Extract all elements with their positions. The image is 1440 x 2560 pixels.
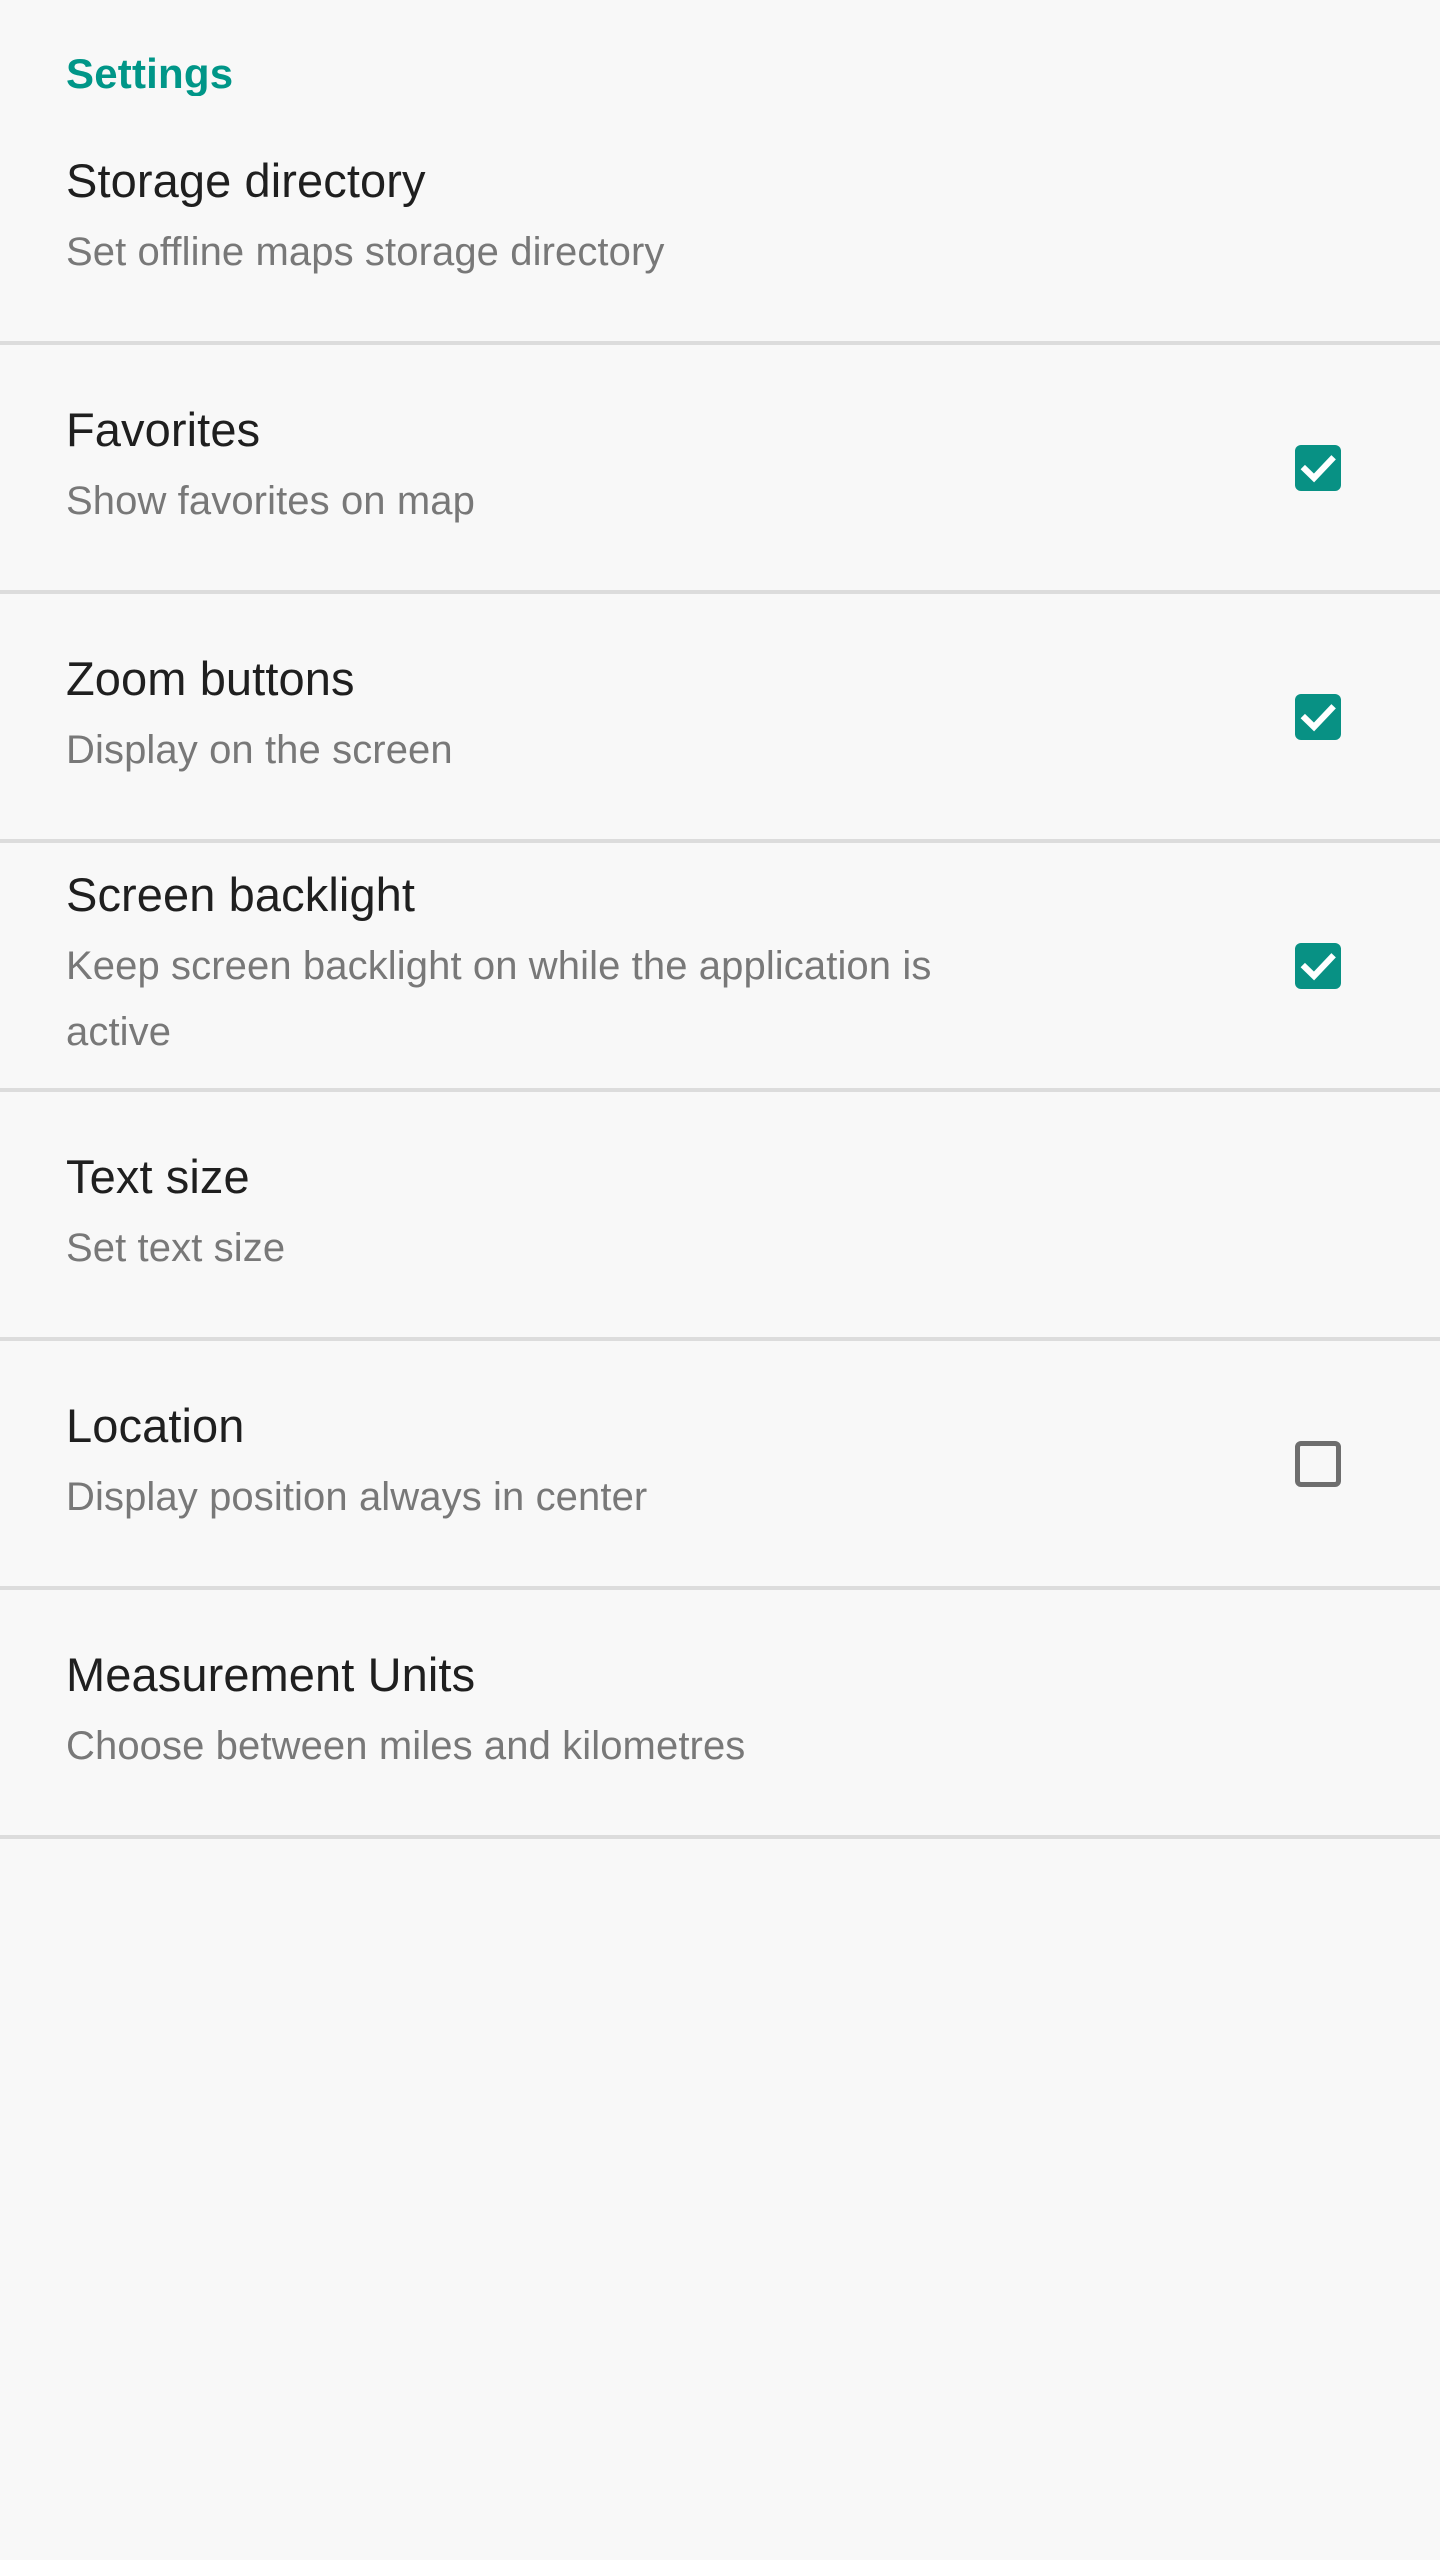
- preference-title-location: Location: [66, 1398, 245, 1452]
- preference-title-zoom-buttons: Zoom buttons: [66, 651, 355, 705]
- preference-title-text-size: Text size: [66, 1149, 250, 1203]
- preference-row-screen-backlight[interactable]: Screen backlight Keep screen backlight on…: [0, 843, 1440, 1088]
- preference-title-screen-backlight: Screen backlight: [66, 867, 416, 921]
- preference-summary-text-size: Set text size: [66, 1225, 286, 1270]
- preference-text-favorites: Favorites Show favorites on map: [66, 402, 1258, 534]
- preference-summary-screen-backlight: Keep screen backlight on while the appli…: [66, 943, 932, 1054]
- preference-row-measurement-units[interactable]: Measurement Units Choose between miles an…: [0, 1590, 1440, 1835]
- preference-row-zoom-buttons[interactable]: Zoom buttons Display on the screen: [0, 594, 1440, 839]
- page-title: Settings: [66, 50, 234, 97]
- checkbox-unchecked-icon-location[interactable]: [1295, 1440, 1341, 1487]
- preference-text-zoom-buttons: Zoom buttons Display on the screen: [66, 651, 1258, 783]
- preference-row-storage-directory[interactable]: Storage directory Set offline maps storag…: [0, 96, 1440, 341]
- preference-widget-favorites: [1258, 444, 1378, 491]
- preference-title-favorites: Favorites: [66, 402, 261, 456]
- preference-row-location[interactable]: Location Display position always in cente…: [0, 1341, 1440, 1586]
- preference-summary-zoom-buttons: Display on the screen: [66, 727, 453, 772]
- preference-summary-location: Display position always in center: [66, 1474, 648, 1519]
- preference-row-text-size[interactable]: Text size Set text size: [0, 1092, 1440, 1337]
- checkbox-checked-icon-screen-backlight[interactable]: [1295, 942, 1341, 989]
- preference-widget-screen-backlight: [1258, 942, 1378, 989]
- preference-title-measurement-units: Measurement Units: [66, 1647, 476, 1701]
- preference-title-storage-directory: Storage directory: [66, 153, 426, 207]
- preference-widget-location: [1258, 1440, 1378, 1487]
- preference-text-text-size: Text size Set text size: [66, 1149, 1258, 1281]
- preference-text-storage-directory: Storage directory Set offline maps storag…: [66, 153, 1258, 285]
- preference-text-location: Location Display position always in cente…: [66, 1398, 1258, 1530]
- preference-widget-zoom-buttons: [1258, 693, 1378, 740]
- preference-summary-favorites: Show favorites on map: [66, 478, 475, 523]
- preference-list: Storage directory Set offline maps storag…: [0, 96, 1440, 1839]
- preference-text-measurement-units: Measurement Units Choose between miles an…: [66, 1647, 1258, 1779]
- list-bottom-space: [0, 1839, 1440, 2139]
- checkbox-checked-icon-favorites[interactable]: [1295, 444, 1341, 491]
- preference-text-screen-backlight: Screen backlight Keep screen backlight on…: [66, 867, 1258, 1065]
- checkbox-checked-icon-zoom-buttons[interactable]: [1295, 693, 1341, 740]
- preference-row-favorites[interactable]: Favorites Show favorites on map: [0, 345, 1440, 590]
- settings-screen: Settings Storage directory Set offline ma…: [0, 0, 1440, 2560]
- preference-summary-measurement-units: Choose between miles and kilometres: [66, 1723, 746, 1768]
- settings-category-header: Settings: [0, 0, 1440, 97]
- preference-summary-storage-directory: Set offline maps storage directory: [66, 229, 665, 274]
